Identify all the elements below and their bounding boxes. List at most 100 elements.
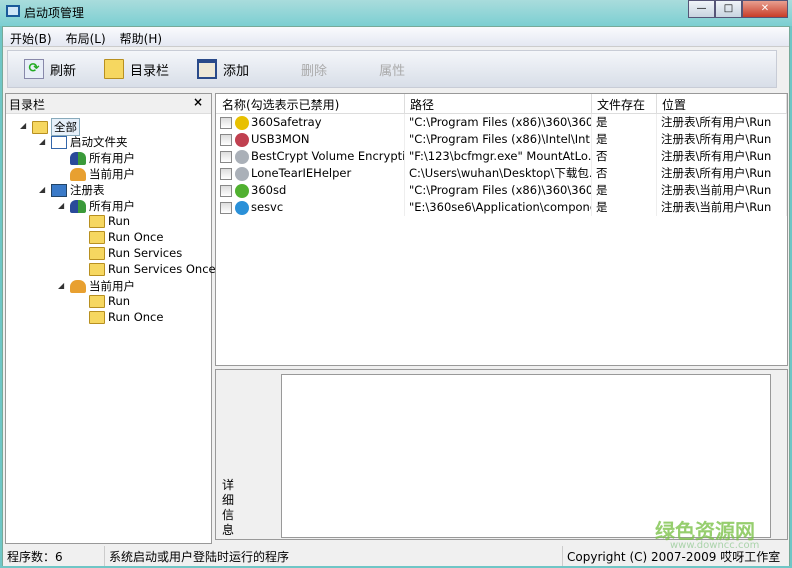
tree-all-users[interactable]: 所有用户 [70, 150, 135, 166]
properties-button[interactable]: 属性 [379, 60, 405, 79]
expand-arrow-icon[interactable]: ◢ [58, 201, 64, 210]
startup-list: 名称(勾选表示已禁用) 路径 文件存在 位置 360Safetray "C:\Pr… [215, 93, 788, 366]
directory-button[interactable]: 目录栏 [104, 59, 169, 79]
menu-layout[interactable]: 布局(L) [59, 27, 113, 46]
menu-start[interactable]: 开始(B) [3, 27, 59, 46]
disable-checkbox[interactable] [220, 116, 232, 129]
close-button[interactable]: ✕ [742, 0, 788, 18]
cell-name: USB3MON [216, 131, 405, 148]
disable-checkbox[interactable] [220, 201, 232, 214]
maximize-button[interactable]: □ [715, 0, 742, 18]
cell-name: BestCrypt Volume Encryption [216, 148, 405, 165]
tree-run[interactable]: Run [89, 294, 130, 308]
main-window: 开始(B) 布局(L) 帮助(H) ⟳ 刷新 目录栏 添加 删除 属性 目录栏 × … [2, 26, 790, 566]
users-icon [70, 199, 86, 213]
expand-arrow-icon[interactable]: ◢ [39, 185, 45, 194]
close-panel-icon[interactable]: × [193, 95, 203, 109]
cell-location: 注册表\所有用户\Run [657, 131, 787, 148]
usb-icon [235, 132, 249, 147]
column-location[interactable]: 位置 [657, 94, 787, 113]
column-path[interactable]: 路径 [405, 94, 592, 113]
minimize-button[interactable]: — [688, 0, 715, 18]
cell-location-text: 注册表\所有用户\Run [661, 115, 772, 129]
table-row[interactable]: 360sd "C:\Program Files (x86)\360\360s...… [216, 182, 787, 199]
cell-location-text: 注册表\所有用户\Run [661, 132, 772, 146]
watermark-url: www.downcc.com [670, 540, 760, 551]
cell-exists-text: 否 [596, 166, 608, 180]
table-row[interactable]: LoneTearIEHelper C:\Users\wuhan\Desktop\下… [216, 165, 787, 182]
tree-run[interactable]: Run [89, 214, 130, 228]
users-icon [70, 151, 86, 165]
cell-exists: 是 [592, 199, 657, 216]
cell-path-text: "F:\123\bcfmgr.exe" MountAtLo... [409, 149, 592, 163]
cell-name-text: 360sd [251, 183, 287, 197]
missing-file-icon [235, 166, 249, 181]
table-row[interactable]: 360Safetray "C:\Program Files (x86)\360\3… [216, 114, 787, 131]
tree-registry[interactable]: 注册表 [51, 182, 105, 198]
cell-path: "C:\Program Files (x86)\360\360s... [405, 182, 592, 199]
disable-checkbox[interactable] [220, 150, 232, 163]
disable-checkbox[interactable] [220, 184, 232, 197]
column-exists[interactable]: 文件存在 [592, 94, 657, 113]
tree-run-services[interactable]: Run Services [89, 246, 182, 260]
tree-label: 所有用户 [89, 199, 135, 213]
expand-arrow-icon[interactable]: ◢ [39, 137, 45, 146]
360-safe-icon [235, 115, 249, 130]
cell-exists-text: 是 [596, 183, 608, 197]
cell-path: "F:\123\bcfmgr.exe" MountAtLo... [405, 148, 592, 165]
cell-name: 360sd [216, 182, 405, 199]
disable-checkbox[interactable] [220, 167, 232, 180]
menu-bar: 开始(B) 布局(L) 帮助(H) [3, 27, 789, 47]
cell-name-text: BestCrypt Volume Encryption [251, 149, 405, 163]
add-button[interactable]: 添加 [197, 59, 249, 79]
table-row[interactable]: sesvc "E:\360se6\Application\compone... 是 注… [216, 199, 787, 216]
cell-location-text: 注册表\当前用户\Run [661, 200, 772, 214]
cell-exists: 是 [592, 114, 657, 131]
delete-button[interactable]: 删除 [301, 60, 327, 79]
folder-icon [32, 120, 48, 134]
table-row[interactable]: BestCrypt Volume Encryption "F:\123\bcfmg… [216, 148, 787, 165]
folder-icon [89, 262, 105, 276]
tree-label: 当前用户 [89, 167, 135, 181]
window-title: 启动项管理 [24, 6, 85, 20]
tree-run-once[interactable]: Run Once [89, 230, 163, 244]
cell-name-text: 360Safetray [251, 115, 322, 129]
tree-startup-folder[interactable]: 启动文件夹 [51, 134, 128, 150]
tree-label: Run [108, 214, 131, 228]
cell-path: "C:\Program Files (x86)\360\360s... [405, 114, 592, 131]
table-row[interactable]: USB3MON "C:\Program Files (x86)\Intel\Int… [216, 131, 787, 148]
disable-checkbox[interactable] [220, 133, 232, 146]
cell-location-text: 注册表\所有用户\Run [661, 166, 772, 180]
tree-label: Run Once [108, 310, 164, 324]
cell-exists-text: 是 [596, 115, 608, 129]
cell-exists: 是 [592, 182, 657, 199]
app-icon [6, 5, 20, 17]
toolbar: ⟳ 刷新 目录栏 添加 删除 属性 [7, 50, 777, 88]
refresh-icon: ⟳ [24, 59, 44, 79]
cell-exists: 否 [592, 148, 657, 165]
cell-path-text: "C:\Program Files (x86)\360\360s... [409, 115, 592, 129]
missing-file-icon [235, 149, 249, 164]
expand-arrow-icon[interactable]: ◢ [20, 121, 26, 130]
tree-run-services-once[interactable]: Run Services Once [89, 262, 216, 276]
title-bar: 启动项管理 — □ ✕ [0, 0, 792, 26]
tree-label: 启动文件夹 [70, 135, 128, 149]
expand-arrow-icon[interactable]: ◢ [58, 281, 64, 290]
tree-run-once[interactable]: Run Once [89, 310, 163, 324]
cell-location: 注册表\所有用户\Run [657, 114, 787, 131]
column-name[interactable]: 名称(勾选表示已禁用) [216, 94, 405, 113]
cell-path: "E:\360se6\Application\compone... [405, 199, 592, 216]
menu-help[interactable]: 帮助(H) [113, 27, 169, 46]
tree-reg-all-users[interactable]: 所有用户 [70, 198, 135, 214]
tree-label: 当前用户 [89, 279, 135, 293]
folder-icon [89, 294, 105, 308]
calendar-icon [51, 135, 67, 149]
tree-reg-current-user[interactable]: 当前用户 [70, 278, 135, 294]
tree-label: Run [108, 294, 131, 308]
cell-path-text: "C:\Program Files (x86)\360\360s... [409, 183, 592, 197]
cell-name-text: sesvc [251, 200, 284, 214]
refresh-button[interactable]: ⟳ 刷新 [24, 59, 76, 79]
tree-current-user[interactable]: 当前用户 [70, 166, 135, 182]
directory-panel: 目录栏 × ◢ 全部 ◢ 启动文件夹 所有用户 当前用户 ◢ 注册表 ◢ 所有用户 Run Run On… [5, 93, 216, 544]
status-description: 系统启动或用户登陆时运行的程序 [105, 546, 563, 566]
